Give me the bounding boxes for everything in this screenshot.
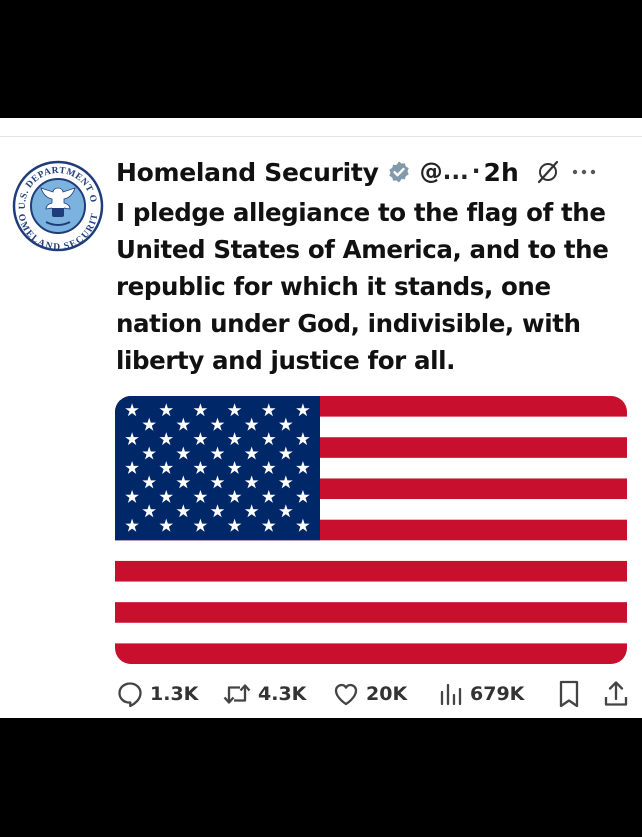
avatar[interactable]: U.S. DEPARTMENT OF HOMELAND SECURITY [12,160,104,252]
flag-stripe [115,581,627,603]
verified-badge-icon [388,161,409,183]
more-options-icon[interactable] [571,167,597,177]
grok-icon[interactable] [535,159,561,185]
flag-canton [115,396,320,541]
flag-stripe [115,643,627,664]
bookmark-icon [559,680,579,708]
share-icon [604,681,628,706]
tweet-media-flag[interactable] [115,396,627,664]
author-handle[interactable]: @... [420,159,469,185]
separator-dot: · [471,159,481,185]
tweet-time[interactable]: 2h [484,158,519,187]
divider [0,136,642,137]
share-button[interactable] [602,678,630,710]
reply-button[interactable]: 1.3K [116,678,198,710]
views-count: 679K [470,683,525,705]
repost-button[interactable]: 4.3K [222,678,306,710]
tweet-card[interactable]: U.S. DEPARTMENT OF HOMELAND SECURITY Hom… [0,118,642,718]
reply-icon [118,682,142,708]
reply-count: 1.3K [150,683,199,705]
flag-stripe [115,622,627,644]
repost-icon [223,684,251,704]
tweet-actions: 1.3K 4.3K 20K 679K [116,678,636,710]
bookmark-button[interactable] [556,678,582,710]
tweet-text: I pledge allegiance to the flag of the U… [116,198,609,375]
views-icon [440,683,462,706]
tweet-header: Homeland Security @... · 2h [116,152,597,192]
dhs-seal-icon: U.S. DEPARTMENT OF HOMELAND SECURITY [12,160,104,252]
us-flag-icon [115,396,627,664]
repost-count: 4.3K [258,683,307,705]
flag-stripe [115,602,627,624]
flag-stripe [115,540,627,562]
views-button[interactable]: 679K [438,678,524,710]
heart-icon [334,683,358,706]
flag-stripe [115,560,627,583]
like-count: 20K [366,683,408,705]
author-name[interactable]: Homeland Security [116,158,379,187]
like-button[interactable]: 20K [332,678,407,710]
